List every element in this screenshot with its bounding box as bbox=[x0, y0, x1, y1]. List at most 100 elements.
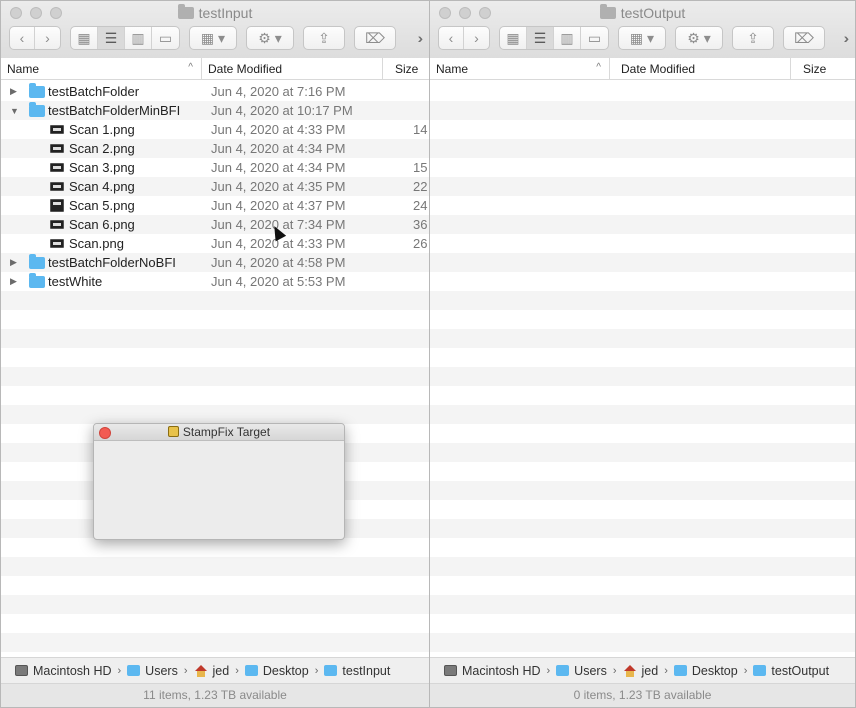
folder-row[interactable]: ▶ testBatchFolder Jun 4, 2020 at 7:16 PM bbox=[1, 82, 429, 101]
file-row[interactable]: Scan 5.png Jun 4, 2020 at 4:37 PM 24 bbox=[1, 196, 429, 215]
item-size: 36 bbox=[413, 217, 428, 232]
forward-button[interactable]: › bbox=[35, 27, 60, 49]
path-segment[interactable]: testInput bbox=[324, 664, 390, 678]
list-view-button[interactable]: ☰ bbox=[98, 27, 125, 49]
path-segment-label: jed bbox=[641, 663, 659, 678]
action-menu: ⚙ ▾ bbox=[246, 26, 294, 50]
path-bar: Macintosh HD › Users › jed › Desktop › testOutpu… bbox=[430, 657, 855, 683]
tags-button[interactable]: ⌦ bbox=[784, 27, 824, 49]
icon-view-button[interactable]: ▦ bbox=[500, 27, 527, 49]
path-segment[interactable]: Users bbox=[127, 664, 178, 678]
column-view-button[interactable]: ▥ bbox=[125, 27, 152, 49]
group-menu: ▦ ▾ bbox=[618, 26, 666, 50]
file-row[interactable]: Scan 3.png Jun 4, 2020 at 4:34 PM 15 bbox=[1, 158, 429, 177]
image-file-icon bbox=[50, 144, 64, 153]
image-file-icon bbox=[50, 199, 64, 212]
chevron-right-icon: › bbox=[474, 30, 479, 46]
double-chevron-icon[interactable]: ›› bbox=[844, 30, 851, 46]
disclosure-open-icon[interactable]: ▼ bbox=[10, 106, 19, 116]
column-header-size[interactable]: Size bbox=[791, 58, 855, 79]
back-button[interactable]: ‹ bbox=[439, 27, 464, 49]
column-header-date-label: Date Modified bbox=[208, 61, 283, 76]
item-name: testBatchFolderMinBFI bbox=[48, 103, 181, 118]
finder-window-testInput: testInput ‹ › ▦ ☰ ▥ ▭ ▦ ▾ ⚙ ▾ ⇪ ⌦ ›› Nam… bbox=[0, 0, 430, 708]
folder-row[interactable]: ▶ testWhite Jun 4, 2020 at 5:53 PM bbox=[1, 272, 429, 291]
path-segment[interactable]: testOutput bbox=[753, 664, 829, 678]
folder-icon bbox=[29, 273, 45, 288]
tags-button[interactable]: ⌦ bbox=[355, 27, 395, 49]
file-row[interactable]: Scan 2.png Jun 4, 2020 at 4:34 PM bbox=[1, 139, 429, 158]
share-group: ⇪ bbox=[303, 26, 345, 50]
column-header-date[interactable]: Date Modified bbox=[202, 58, 383, 79]
path-segment[interactable]: Macintosh HD bbox=[15, 664, 112, 678]
back-button[interactable]: ‹ bbox=[10, 27, 35, 49]
stampfix-target-window[interactable]: StampFix Target bbox=[93, 423, 345, 540]
column-header-name[interactable]: Name ^ bbox=[1, 58, 202, 79]
grid-icon: ▦ bbox=[506, 29, 520, 46]
share-button[interactable]: ⇪ bbox=[304, 27, 344, 49]
item-date: Jun 4, 2020 at 4:58 PM bbox=[211, 255, 346, 270]
column-header-date[interactable]: Date Modified bbox=[610, 58, 791, 79]
file-row[interactable]: Scan.png Jun 4, 2020 at 4:33 PM 26 bbox=[1, 234, 429, 253]
column-header-size[interactable]: Size bbox=[383, 58, 429, 79]
stampfix-title: StampFix Target bbox=[94, 424, 344, 441]
path-segment[interactable]: Macintosh HD bbox=[444, 664, 541, 678]
disclosure-closed-icon[interactable]: ▶ bbox=[10, 276, 17, 287]
folder-icon bbox=[29, 83, 45, 98]
share-button[interactable]: ⇪ bbox=[733, 27, 773, 49]
chevron-right-icon: › bbox=[314, 664, 319, 677]
path-segment-label: Desktop bbox=[691, 663, 738, 678]
sort-ascending-icon: ^ bbox=[596, 62, 601, 73]
disclosure-closed-icon[interactable]: ▶ bbox=[10, 257, 17, 268]
image-file-icon bbox=[50, 239, 64, 248]
action-menu: ⚙ ▾ bbox=[675, 26, 723, 50]
file-row[interactable]: Scan 6.png Jun 4, 2020 at 7:34 PM 36 bbox=[1, 215, 429, 234]
action-button[interactable]: ⚙ ▾ bbox=[676, 27, 722, 49]
path-segment[interactable]: Desktop bbox=[244, 664, 309, 678]
folder-row[interactable]: ▶ testBatchFolderNoBFI Jun 4, 2020 at 4:58… bbox=[1, 253, 429, 272]
close-button[interactable] bbox=[99, 427, 111, 439]
file-row[interactable]: Scan 1.png Jun 4, 2020 at 4:33 PM 14 bbox=[1, 120, 429, 139]
action-button[interactable]: ⚙ ▾ bbox=[247, 27, 293, 49]
stampfix-titlebar[interactable]: StampFix Target bbox=[94, 424, 344, 441]
forward-button[interactable]: › bbox=[464, 27, 489, 49]
users-folder-icon bbox=[556, 665, 570, 676]
window-titlebar[interactable]: testOutput ‹ › ▦ ☰ ▥ ▭ ▦ ▾ ⚙ ▾ ⇪ ⌦ ›› bbox=[430, 1, 855, 61]
item-date: Jun 4, 2020 at 4:34 PM bbox=[211, 141, 346, 156]
path-segment[interactable]: Users bbox=[556, 664, 607, 678]
path-segment-label: testOutput bbox=[771, 663, 830, 678]
item-size: 14 bbox=[413, 122, 428, 137]
path-segment[interactable]: jed bbox=[194, 664, 229, 678]
path-segment-label: Users bbox=[145, 663, 178, 678]
item-name: Scan 1.png bbox=[69, 122, 135, 137]
gallery-view-button[interactable]: ▭ bbox=[152, 27, 179, 49]
disclosure-closed-icon[interactable]: ▶ bbox=[10, 86, 17, 97]
hard-drive-icon bbox=[444, 665, 457, 676]
item-name: Scan 2.png bbox=[69, 141, 135, 156]
icon-view-button[interactable]: ▦ bbox=[71, 27, 98, 49]
item-name: Scan 3.png bbox=[69, 160, 135, 175]
double-chevron-icon[interactable]: ›› bbox=[418, 30, 425, 46]
item-name: testBatchFolder bbox=[48, 84, 140, 99]
tags-group: ⌦ bbox=[783, 26, 825, 50]
column-view-button[interactable]: ▥ bbox=[554, 27, 581, 49]
list-view-button[interactable]: ☰ bbox=[527, 27, 554, 49]
stampfix-app-icon bbox=[167, 426, 179, 437]
path-segment-label: testInput bbox=[342, 663, 391, 678]
window-titlebar[interactable]: testInput ‹ › ▦ ☰ ▥ ▭ ▦ ▾ ⚙ ▾ ⇪ ⌦ ›› bbox=[1, 1, 429, 61]
column-header-name[interactable]: Name ^ bbox=[430, 58, 610, 79]
path-segment[interactable]: jed bbox=[623, 663, 659, 678]
list-icon: ☰ bbox=[533, 29, 547, 46]
gallery-view-button[interactable]: ▭ bbox=[581, 27, 608, 49]
chevron-right-icon: › bbox=[743, 664, 748, 677]
tags-group: ⌦ bbox=[354, 26, 396, 50]
item-size: 22 bbox=[413, 179, 428, 194]
chevron-right-icon: › bbox=[664, 664, 668, 677]
group-button[interactable]: ▦ ▾ bbox=[190, 27, 236, 49]
path-segment[interactable]: Desktop bbox=[673, 663, 738, 678]
folder-row[interactable]: ▼ testBatchFolderMinBFI Jun 4, 2020 at 10:… bbox=[1, 101, 429, 120]
file-row[interactable]: Scan 4.png Jun 4, 2020 at 4:35 PM 22 bbox=[1, 177, 429, 196]
group-button[interactable]: ▦ ▾ bbox=[619, 27, 665, 49]
home-icon bbox=[194, 664, 208, 677]
path-segment-label: Macintosh HD bbox=[33, 663, 112, 678]
